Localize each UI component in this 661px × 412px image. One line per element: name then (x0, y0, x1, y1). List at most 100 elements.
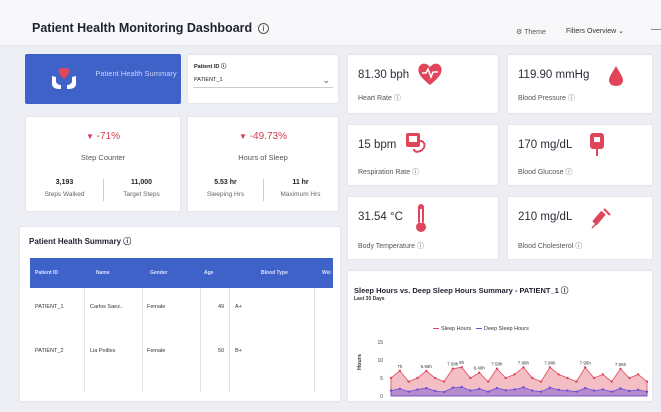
info-icon: ⓘ (417, 243, 425, 250)
data-label: 7h (397, 364, 403, 369)
data-point[interactable] (442, 380, 446, 383)
data-point[interactable] (557, 388, 560, 392)
data-point[interactable] (628, 389, 631, 393)
data-point[interactable] (495, 367, 499, 370)
data-point[interactable] (531, 376, 534, 380)
column-header[interactable]: Gender (150, 270, 168, 276)
data-point[interactable] (425, 386, 428, 390)
sleep-area-chart: 1510507h 6.96h 7.58h 8h6.46h7.58h 7.98h 7.98h… (377, 340, 649, 400)
data-point[interactable] (566, 376, 569, 380)
data-point[interactable] (478, 371, 481, 374)
data-point[interactable] (539, 380, 543, 383)
data-point[interactable] (522, 386, 525, 389)
data-point[interactable] (460, 366, 463, 369)
data-point[interactable] (469, 376, 472, 380)
syringe-icon (591, 208, 611, 229)
data-point[interactable] (478, 387, 481, 390)
data-point[interactable] (539, 390, 543, 393)
more-options-icon[interactable]: — (651, 24, 661, 35)
data-point[interactable] (575, 380, 578, 383)
data-point[interactable] (389, 376, 393, 380)
y-tick-label: 5 (380, 376, 383, 382)
data-point[interactable] (433, 389, 437, 393)
data-point[interactable] (451, 367, 454, 370)
data-point[interactable] (619, 367, 622, 371)
data-point[interactable] (584, 386, 587, 390)
column-header[interactable]: Age (204, 270, 213, 276)
data-point[interactable] (645, 380, 649, 383)
data-point[interactable] (636, 373, 640, 376)
blood-drop-icon (609, 66, 623, 86)
patient-id-select-value[interactable]: PATIENT_1 (194, 77, 223, 83)
data-point[interactable] (486, 390, 490, 393)
page-title: Patient Health Monitoring Dashboard i (32, 21, 270, 35)
table-row[interactable]: PATIENT_1 Carlos Saez.. Female 49 A+ (30, 288, 333, 328)
data-point[interactable] (610, 380, 613, 383)
filters-overview-dropdown[interactable]: Filters Overview ⌄ (566, 27, 624, 35)
data-point[interactable] (610, 390, 613, 393)
info-icon: ⓘ (567, 95, 575, 102)
data-point[interactable] (433, 376, 437, 380)
blood-bag-icon (590, 133, 604, 156)
step-counter-card: ▼ -71% Step Counter 3,193 Steps Walked 1… (25, 116, 181, 212)
data-point[interactable] (592, 376, 596, 380)
heart-pulse-icon (418, 63, 442, 85)
blood-cholesterol-card: 210 mg/dL Blood Cholesterol ⓘ (507, 196, 653, 260)
data-point[interactable] (416, 376, 419, 380)
blood-glucose-card: 170 mg/dL Blood Glucose ⓘ (507, 124, 653, 186)
data-point[interactable] (628, 376, 631, 380)
data-point[interactable] (531, 389, 534, 392)
column-header[interactable]: Patient ID (35, 270, 58, 276)
data-point[interactable] (416, 388, 419, 391)
hours-of-sleep-card: ▼ -49.73% Hours of Sleep 5.53 hr Sleepin… (187, 116, 339, 212)
data-point[interactable] (469, 389, 472, 392)
data-point[interactable] (557, 373, 560, 376)
data-point[interactable] (495, 386, 499, 390)
data-point[interactable] (513, 373, 516, 376)
data-point[interactable] (451, 386, 454, 389)
data-point[interactable] (425, 369, 428, 373)
data-point[interactable] (566, 389, 569, 392)
data-point[interactable] (601, 388, 605, 391)
chart-title: Sleep Hours vs. Deep Sleep Hours Summary… (354, 286, 569, 295)
data-point[interactable] (504, 376, 507, 380)
data-label: 7.98h (518, 360, 530, 365)
data-point[interactable] (460, 385, 463, 389)
data-point[interactable] (522, 366, 525, 369)
caring-hands-heart-icon (52, 67, 76, 89)
chevron-down-icon[interactable]: ⌄ (322, 75, 330, 86)
data-point[interactable] (592, 389, 596, 392)
data-point[interactable] (398, 369, 402, 372)
info-icon[interactable]: i (258, 23, 270, 34)
column-header[interactable]: Blood Type (261, 270, 288, 276)
data-point[interactable] (486, 380, 490, 383)
patient-id-filter[interactable]: Patient ID ⓘ PATIENT_1 ⌄ (187, 54, 339, 104)
data-point[interactable] (407, 380, 410, 383)
data-label: 7.98h (544, 360, 556, 365)
column-header[interactable]: Wei (322, 270, 331, 276)
data-point[interactable] (601, 373, 605, 376)
blood-pressure-card: 119.90 mmHg Blood Pressure ⓘ (507, 54, 653, 114)
data-point[interactable] (548, 366, 552, 369)
column-header[interactable]: Name (96, 270, 110, 276)
data-point[interactable] (389, 389, 393, 392)
chevron-down-icon: ⌄ (618, 28, 625, 35)
data-label: 6.96h (421, 364, 433, 369)
data-point[interactable] (619, 387, 622, 390)
summary-title: Patient Health Summary ⓘ (29, 237, 132, 246)
data-point[interactable] (584, 366, 587, 369)
data-point[interactable] (407, 390, 410, 393)
data-point[interactable] (442, 390, 446, 394)
data-point[interactable] (636, 388, 640, 392)
data-point[interactable] (398, 387, 402, 390)
thermometer-icon (416, 204, 426, 232)
table-row[interactable]: PATIENT_2 Lia Poitles Female 50 B+ (30, 332, 333, 372)
info-icon: ⓘ (220, 64, 227, 70)
theme-button[interactable]: ⚙ Theme (516, 28, 546, 36)
data-point[interactable] (548, 386, 552, 389)
data-point[interactable] (575, 390, 578, 393)
data-point[interactable] (513, 388, 516, 391)
data-point[interactable] (504, 389, 507, 392)
data-point[interactable] (645, 390, 649, 393)
data-label: 7.55h (615, 362, 627, 367)
